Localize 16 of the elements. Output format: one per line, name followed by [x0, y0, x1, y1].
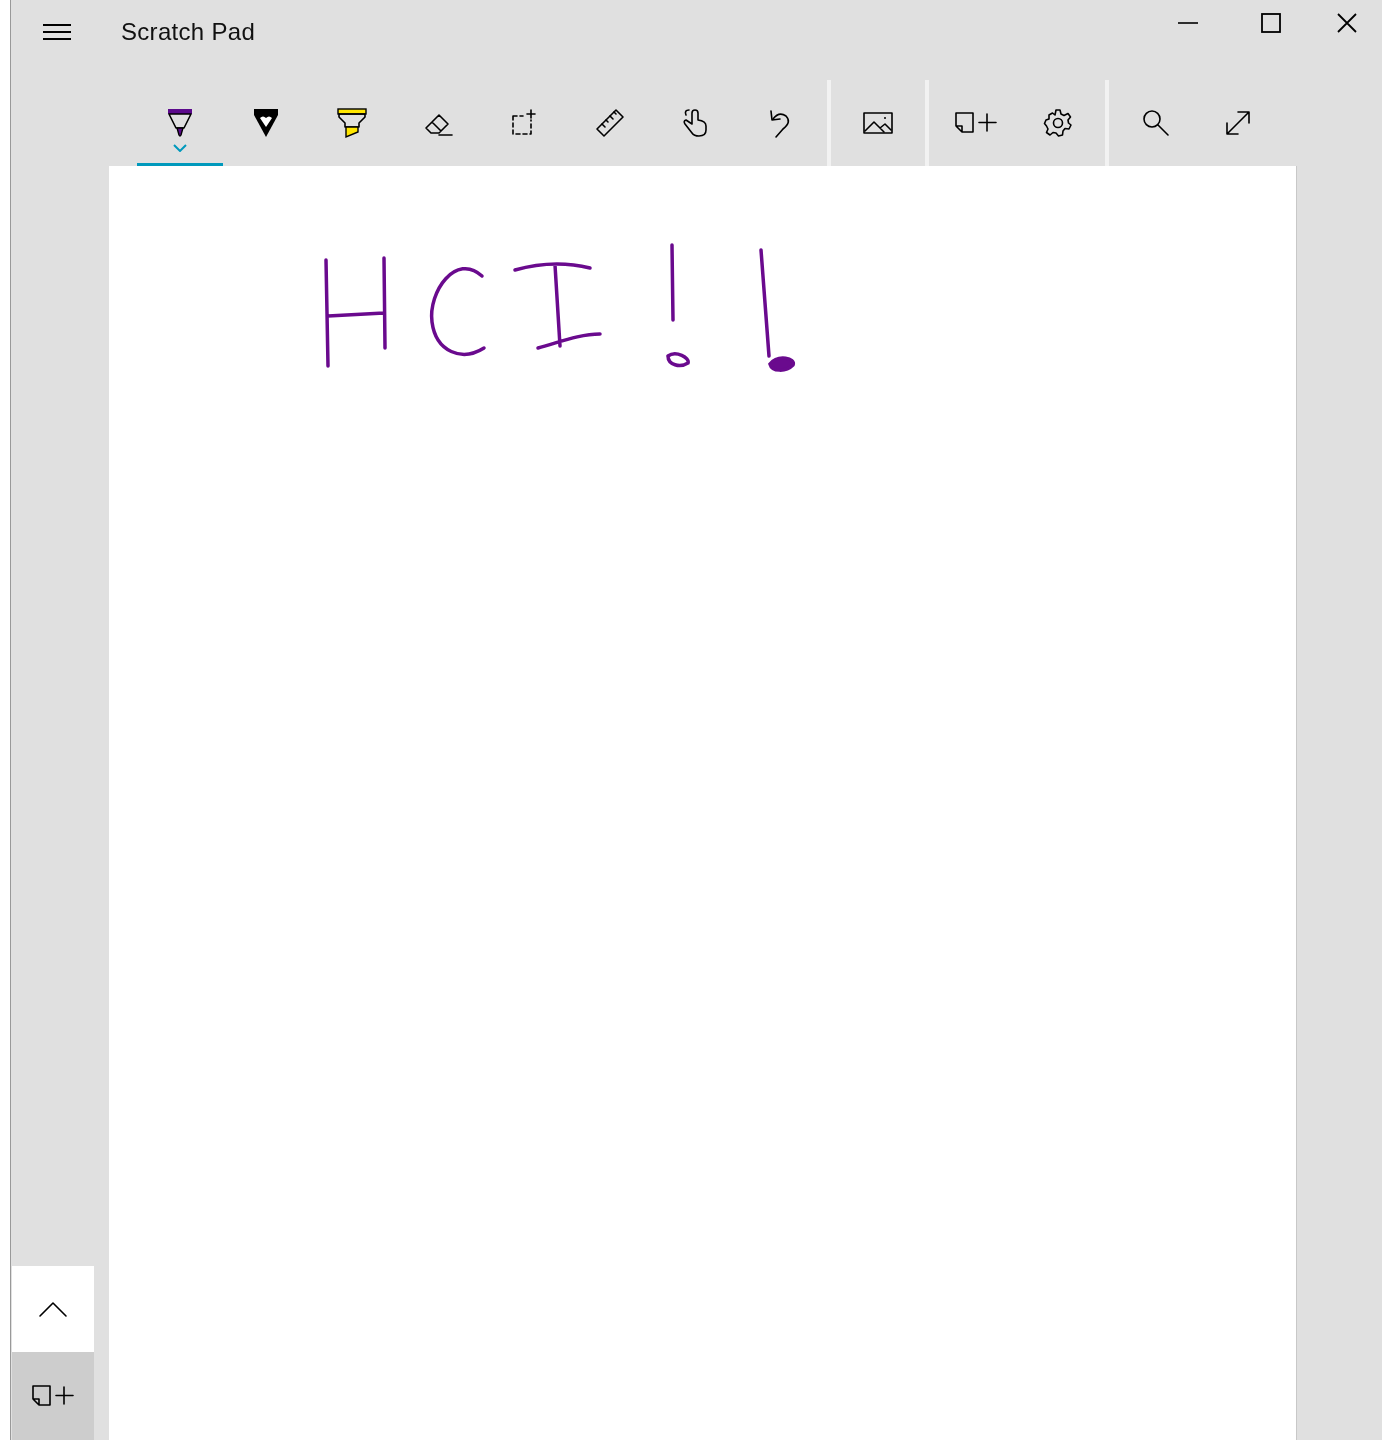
new-note-icon	[953, 110, 999, 136]
close-icon	[1337, 13, 1357, 33]
chevron-down-icon	[173, 144, 187, 152]
menu-icon	[42, 23, 72, 41]
window-title: Scratch Pad	[121, 18, 257, 46]
settings-icon	[1043, 108, 1073, 138]
new-note-button[interactable]	[12, 1352, 94, 1440]
resize-icon	[1223, 108, 1253, 138]
new-note-icon	[30, 1383, 76, 1409]
search-icon	[1141, 108, 1171, 138]
minimize-icon	[1177, 21, 1198, 25]
selection-icon	[509, 108, 539, 138]
image-icon	[862, 110, 894, 136]
chevron-up-icon	[38, 1300, 68, 1318]
ruler-icon	[594, 107, 626, 139]
maximize-icon	[1260, 13, 1281, 33]
